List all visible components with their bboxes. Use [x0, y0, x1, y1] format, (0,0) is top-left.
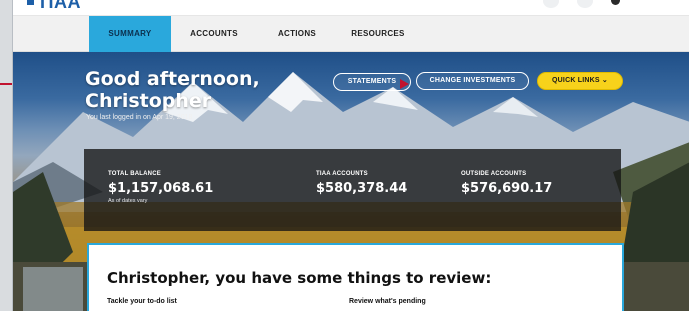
total-balance-value[interactable]: $1,157,068.61 [108, 181, 213, 196]
tab-summary[interactable]: SUMMARY [89, 16, 171, 52]
chevron-down-icon: ⌄ [601, 77, 608, 84]
outside-accounts-balance: OUTSIDE ACCOUNTS $576,690.17 [461, 171, 552, 196]
outside-accounts-label: OUTSIDE ACCOUNTS [461, 171, 527, 177]
balances-panel: TOTAL BALANCE $1,157,068.61 As of dates … [84, 149, 621, 231]
quick-links-button[interactable]: QUICK LINKS ⌄ [537, 72, 623, 90]
last-login-text: You last logged in on Apr 19, 2018 [86, 114, 193, 121]
logo-mark [27, 0, 34, 5]
header-icons [543, 0, 620, 8]
annotation-arrow-head [400, 79, 409, 89]
top-header: TIAA [13, 0, 689, 16]
change-investments-button[interactable]: CHANGE INVESTMENTS [416, 72, 529, 90]
browser-viewport: TIAA SUMMARY ACCOUNTS ACTIONS RESOURCES [12, 0, 689, 311]
greeting-line-1: Good afternoon, [85, 68, 260, 90]
tiaa-accounts-balance: TIAA ACCOUNTS $580,378.44 [316, 171, 407, 196]
main-nav: SUMMARY ACCOUNTS ACTIONS RESOURCES [13, 16, 689, 52]
logo[interactable]: TIAA [37, 0, 81, 13]
profile-icon[interactable] [543, 0, 559, 8]
tiaa-accounts-label: TIAA ACCOUNTS [316, 171, 368, 177]
total-balance: TOTAL BALANCE $1,157,068.61 As of dates … [108, 171, 213, 204]
total-balance-label: TOTAL BALANCE [108, 171, 161, 177]
tab-actions[interactable]: ACTIONS [267, 16, 327, 52]
quick-links-label: QUICK LINKS [552, 77, 600, 84]
tiaa-accounts-value[interactable]: $580,378.44 [316, 181, 407, 196]
pending-heading[interactable]: Review what's pending [349, 298, 426, 305]
hero-banner: Good afternoon, Christopher You last log… [13, 52, 689, 311]
greeting-heading: Good afternoon, Christopher [85, 68, 260, 112]
tab-accounts[interactable]: ACCOUNTS [179, 16, 249, 52]
tab-resources[interactable]: RESOURCES [343, 16, 413, 52]
total-balance-note: As of dates vary [108, 198, 148, 204]
review-title: Christopher, you have some things to rev… [107, 269, 492, 287]
message-icon[interactable] [577, 0, 593, 8]
greeting-name: Christopher [85, 90, 212, 112]
screenshot-frame: TIAA SUMMARY ACCOUNTS ACTIONS RESOURCES [0, 0, 689, 311]
settings-icon[interactable] [611, 0, 620, 5]
todo-list-heading[interactable]: Tackle your to-do list [107, 298, 177, 305]
outside-accounts-value[interactable]: $576,690.17 [461, 181, 552, 196]
review-card: Christopher, you have some things to rev… [87, 243, 624, 311]
